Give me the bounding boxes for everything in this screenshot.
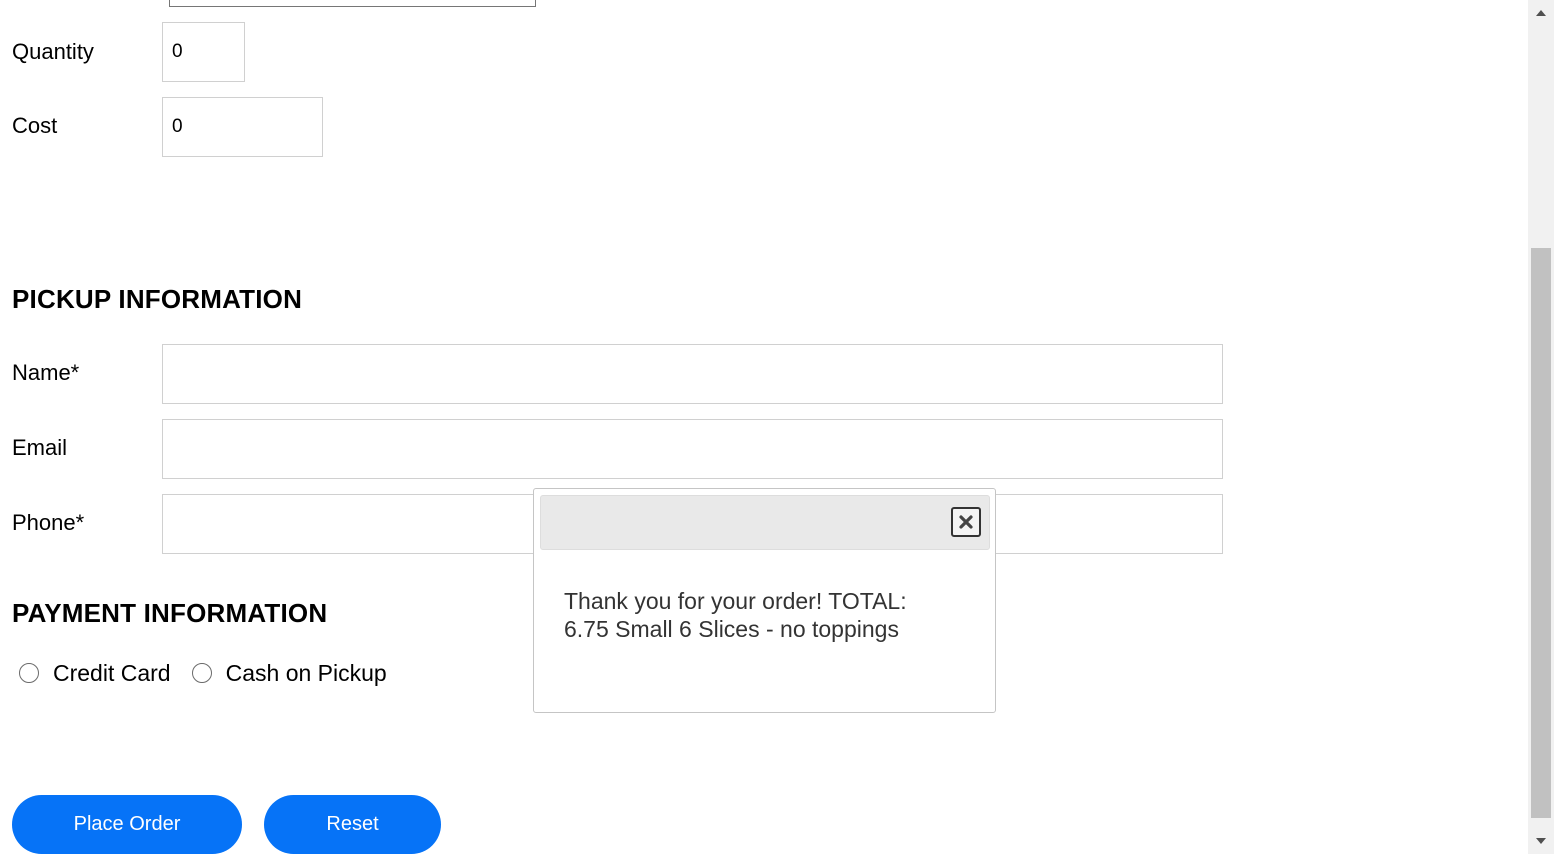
scroll-up-icon[interactable] — [1528, 4, 1554, 22]
dialog-message: Thank you for your order! TOTAL: 6.75 Sm… — [564, 588, 907, 642]
scroll-thumb[interactable] — [1531, 248, 1551, 818]
scroll-down-icon[interactable] — [1528, 832, 1554, 850]
pickup-section-title: PICKUP INFORMATION — [12, 284, 303, 314]
order-page: Quantity Cost PICKUP INFORMATION Name* E… — [0, 0, 1554, 854]
name-label: Name* — [12, 360, 80, 385]
close-icon[interactable] — [951, 507, 981, 537]
email-field[interactable] — [162, 419, 1223, 479]
cash-on-pickup-label[interactable]: Cash on Pickup — [226, 658, 387, 688]
quantity-label: Quantity — [12, 39, 94, 64]
quantity-input[interactable] — [162, 22, 245, 82]
email-label: Email — [12, 435, 68, 460]
size-select[interactable] — [169, 0, 536, 7]
credit-card-radio[interactable] — [19, 663, 39, 683]
dialog-titlebar — [540, 495, 990, 550]
cost-input[interactable] — [162, 97, 323, 157]
page-scrollbar[interactable] — [1528, 0, 1554, 854]
phone-label: Phone* — [12, 510, 85, 535]
payment-options: Credit Card Cash on Pickup — [19, 658, 387, 688]
name-field[interactable] — [162, 344, 1223, 404]
cost-label: Cost — [12, 113, 58, 138]
place-order-button[interactable]: Place Order — [12, 795, 242, 854]
credit-card-label[interactable]: Credit Card — [53, 658, 171, 688]
reset-button[interactable]: Reset — [264, 795, 441, 854]
cash-on-pickup-radio[interactable] — [191, 663, 212, 683]
payment-section-title: PAYMENT INFORMATION — [12, 598, 328, 628]
order-confirmation-dialog: Thank you for your order! TOTAL: 6.75 Sm… — [533, 488, 996, 713]
